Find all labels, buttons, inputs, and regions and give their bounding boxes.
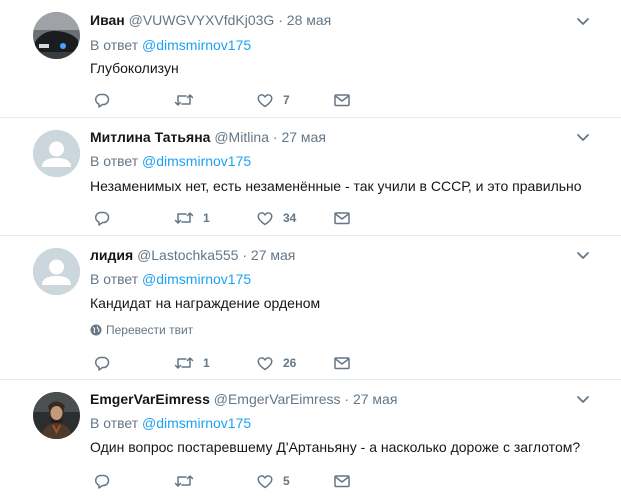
retweet-button[interactable]	[174, 471, 203, 491]
globe-icon	[90, 324, 102, 336]
like-icon	[257, 475, 273, 489]
separator: ·	[272, 129, 278, 145]
separator: ·	[242, 247, 248, 263]
reply-button[interactable]	[93, 353, 111, 373]
retweet-button[interactable]: 1	[174, 353, 210, 373]
replying-prefix: В ответ	[90, 415, 139, 431]
translate-tweet-link[interactable]: Перевести твит	[90, 322, 193, 338]
like-count: 7	[283, 93, 290, 107]
tweet-text: Незаменимых нет, есть незаменённые - так…	[90, 178, 582, 194]
like-count: 34	[283, 211, 297, 225]
tweet-header: лидия @Lastochka555 · 27 мая	[90, 245, 295, 265]
tweet-date[interactable]: 27 мая	[281, 129, 325, 145]
tweet-header: Митлина Татьяна @Mitlina · 27 мая	[90, 127, 326, 147]
author-name[interactable]: лидия	[90, 247, 133, 263]
like-icon	[257, 357, 273, 371]
avatar-photo-car-icon	[33, 12, 80, 59]
default-avatar-icon	[33, 248, 80, 295]
tweet-actions: 7	[90, 90, 390, 110]
tweet-actions: 1 34	[90, 208, 390, 228]
tweet-text: Глубоколизун	[90, 60, 179, 76]
direct-message-icon	[334, 94, 350, 107]
tweet-date[interactable]: 27 мая	[251, 247, 295, 263]
direct-message-button[interactable]	[333, 471, 351, 491]
caret-down-icon[interactable]	[575, 392, 591, 408]
replying-to: В ответ @dimsmirnov175	[90, 36, 251, 54]
tweet-actions: 5	[90, 471, 390, 491]
tweet-text: Кандидат на награждение орденом	[90, 295, 321, 311]
direct-message-icon	[334, 212, 350, 225]
translate-label: Перевести твит	[106, 323, 194, 337]
caret-down-icon[interactable]	[575, 130, 591, 146]
default-avatar-icon	[33, 130, 80, 177]
replying-prefix: В ответ	[90, 153, 139, 169]
author-name[interactable]: EmgerVarEimress	[90, 391, 210, 407]
caret-down-icon[interactable]	[575, 248, 591, 264]
tweet[interactable]: EmgerVarEimress @EmgerVarEimress · 27 ма…	[0, 380, 621, 501]
like-icon	[257, 212, 273, 226]
avatar[interactable]	[33, 130, 80, 177]
tweet[interactable]: Митлина Татьяна @Mitlina · 27 мая В отве…	[0, 118, 621, 236]
separator: ·	[344, 391, 350, 407]
author-handle[interactable]: @VUWGVYXVfdKj03G	[129, 12, 275, 28]
direct-message-icon	[334, 475, 350, 488]
retweet-icon	[174, 357, 194, 369]
like-count: 26	[283, 356, 297, 370]
tweet-date[interactable]: 27 мая	[353, 391, 397, 407]
like-button[interactable]: 5	[256, 471, 290, 491]
reply-icon	[95, 474, 110, 489]
tweet-date[interactable]: 28 мая	[287, 12, 331, 28]
like-button[interactable]: 26	[256, 353, 296, 373]
retweet-button[interactable]	[174, 90, 203, 110]
avatar[interactable]	[33, 248, 80, 295]
like-button[interactable]: 7	[256, 90, 290, 110]
author-handle[interactable]: @EmgerVarEimress	[214, 391, 341, 407]
direct-message-icon	[334, 357, 350, 370]
avatar-photo-musketeer-icon	[33, 392, 80, 439]
retweet-icon	[174, 94, 194, 106]
author-name[interactable]: Митлина Татьяна	[90, 129, 210, 145]
retweet-icon	[174, 212, 194, 224]
reply-icon	[95, 211, 110, 226]
replying-to: В ответ @dimsmirnov175	[90, 414, 251, 432]
tweet[interactable]: лидия @Lastochka555 · 27 мая В ответ @di…	[0, 236, 621, 380]
reply-button[interactable]	[93, 471, 111, 491]
separator: ·	[278, 12, 283, 28]
reply-button[interactable]	[93, 90, 111, 110]
caret-down-icon[interactable]	[575, 14, 591, 30]
replies-feed: Иван @VUWGVYXVfdKj03G · 28 мая В ответ @…	[0, 0, 621, 501]
direct-message-button[interactable]	[333, 353, 351, 373]
tweet-text: Один вопрос постаревшему Д'Артаньяну - а…	[90, 439, 581, 455]
like-count: 5	[283, 474, 290, 488]
tweet-header: Иван @VUWGVYXVfdKj03G · 28 мая	[90, 10, 331, 30]
direct-message-button[interactable]	[333, 208, 351, 228]
author-handle[interactable]: @Lastochka555	[137, 247, 238, 263]
mention-link[interactable]: @dimsmirnov175	[142, 153, 251, 169]
tweet-actions: 1 26	[90, 353, 390, 373]
retweet-count: 1	[203, 356, 210, 370]
replying-prefix: В ответ	[90, 271, 139, 287]
reply-icon	[95, 356, 110, 371]
avatar[interactable]	[33, 392, 80, 439]
like-icon	[257, 94, 273, 108]
reply-icon	[95, 93, 110, 108]
mention-link[interactable]: @dimsmirnov175	[142, 415, 251, 431]
replying-prefix: В ответ	[90, 37, 139, 53]
reply-button[interactable]	[93, 208, 111, 228]
retweet-count: 1	[203, 211, 210, 225]
retweet-icon	[174, 475, 194, 487]
replying-to: В ответ @dimsmirnov175	[90, 270, 251, 288]
replying-to: В ответ @dimsmirnov175	[90, 152, 251, 170]
retweet-button[interactable]: 1	[174, 208, 210, 228]
author-handle[interactable]: @Mitlina	[214, 129, 269, 145]
avatar[interactable]	[33, 12, 80, 59]
like-button[interactable]: 34	[256, 208, 296, 228]
tweet-header: EmgerVarEimress @EmgerVarEimress · 27 ма…	[90, 389, 397, 409]
tweet[interactable]: Иван @VUWGVYXVfdKj03G · 28 мая В ответ @…	[0, 0, 621, 118]
author-name[interactable]: Иван	[90, 12, 125, 28]
direct-message-button[interactable]	[333, 90, 351, 110]
mention-link[interactable]: @dimsmirnov175	[142, 271, 251, 287]
mention-link[interactable]: @dimsmirnov175	[142, 37, 251, 53]
